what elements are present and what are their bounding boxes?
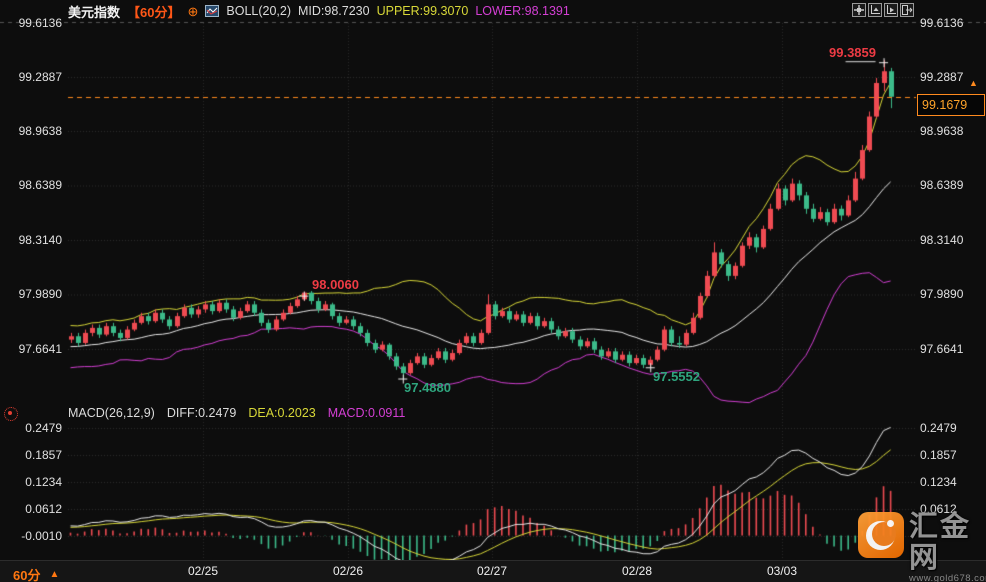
mini-chart-icon[interactable] <box>205 5 219 17</box>
price-axis-label: 98.3140 <box>920 233 963 247</box>
price-axis-label: 97.9890 <box>0 287 62 301</box>
current-price-badge[interactable]: 99.1679 <box>917 94 985 116</box>
chart-toolbar <box>852 3 914 17</box>
macd-axis-label: 0.1234 <box>920 475 957 489</box>
macd-diff-value: DIFF:0.2479 <box>167 406 236 420</box>
gold678-logo-icon <box>858 512 904 558</box>
site-watermark: 汇金网 www.gold678.com <box>858 512 986 582</box>
add-indicator-icon[interactable]: ⊕ <box>187 5 198 18</box>
date-axis-label: 03/03 <box>752 564 812 578</box>
interval-selector[interactable]: 60分 ▲ <box>13 565 59 582</box>
price-axis-label: 98.9638 <box>920 124 963 138</box>
price-axis-label: 97.6641 <box>920 342 963 356</box>
period-tag[interactable]: 【60分】 <box>127 2 180 21</box>
interval-up-arrow-icon: ▲ <box>49 569 59 580</box>
macd-dea-value: DEA:0.2023 <box>248 406 315 420</box>
macd-axis-label: 0.1234 <box>0 475 62 489</box>
crosshair-move-icon[interactable] <box>852 3 866 17</box>
macd-axis-label: -0.0010 <box>0 529 62 543</box>
chart-canvas[interactable] <box>0 0 986 582</box>
price-up-arrow-icon: ▲ <box>969 78 978 88</box>
price-axis-label: 99.2887 <box>920 70 963 84</box>
macd-header: MACD(26,12,9) DIFF:0.2479 DEA:0.2023 MAC… <box>68 406 405 420</box>
price-axis-label: 97.6641 <box>0 342 62 356</box>
axis-play-icon[interactable] <box>884 3 898 17</box>
macd-label: MACD(26,12,9) <box>68 406 155 420</box>
alert-sun-icon[interactable] <box>4 407 18 421</box>
macd-axis-label: 0.1857 <box>920 448 957 462</box>
date-axis-label: 02/27 <box>462 564 522 578</box>
date-axis-label: 02/28 <box>607 564 667 578</box>
price-axis-label: 98.3140 <box>0 233 62 247</box>
boll-upper-value: UPPER:99.3070 <box>377 4 469 18</box>
date-axis-label: 02/26 <box>318 564 378 578</box>
price-axis-label: 97.9890 <box>920 287 963 301</box>
high-price-annotation: 99.3859 <box>823 45 876 60</box>
macd-axis-label: 0.2479 <box>0 421 62 435</box>
low-price-annotation: 97.5552 <box>653 369 700 384</box>
logo-text: 汇金网 <box>909 512 986 574</box>
macd-hist-value: MACD:0.0911 <box>328 406 406 420</box>
macd-axis-label: 0.0612 <box>0 502 62 516</box>
price-axis-label: 99.6136 <box>920 16 963 30</box>
symbol-title: 美元指数 <box>68 2 120 21</box>
peak-price-annotation: 98.0060 <box>312 277 359 292</box>
interval-label: 60分 <box>13 565 40 582</box>
price-axis-label: 99.2887 <box>0 70 62 84</box>
price-axis-label: 98.6389 <box>920 178 963 192</box>
pan-right-icon[interactable] <box>900 3 914 17</box>
date-axis-label: 02/25 <box>173 564 233 578</box>
macd-axis-label: 0.1857 <box>0 448 62 462</box>
price-axis-label: 99.6136 <box>0 16 62 30</box>
price-axis-label: 98.9638 <box>0 124 62 138</box>
logo-url: www.gold678.com <box>909 573 986 582</box>
boll-label: BOLL(20,2) <box>226 4 291 18</box>
boll-lower-value: LOWER:98.1391 <box>475 4 570 18</box>
chart-header: 美元指数 【60分】 ⊕ BOLL(20,2) MID:98.7230 UPPE… <box>0 0 986 22</box>
low-price-annotation: 97.4880 <box>404 380 451 395</box>
price-axis-label: 98.6389 <box>0 178 62 192</box>
axis-zoom-up-icon[interactable] <box>868 3 882 17</box>
boll-mid-value: MID:98.7230 <box>298 4 370 18</box>
macd-axis-label: 0.2479 <box>920 421 957 435</box>
chart-window: 美元指数 【60分】 ⊕ BOLL(20,2) MID:98.7230 UPPE… <box>0 0 986 582</box>
